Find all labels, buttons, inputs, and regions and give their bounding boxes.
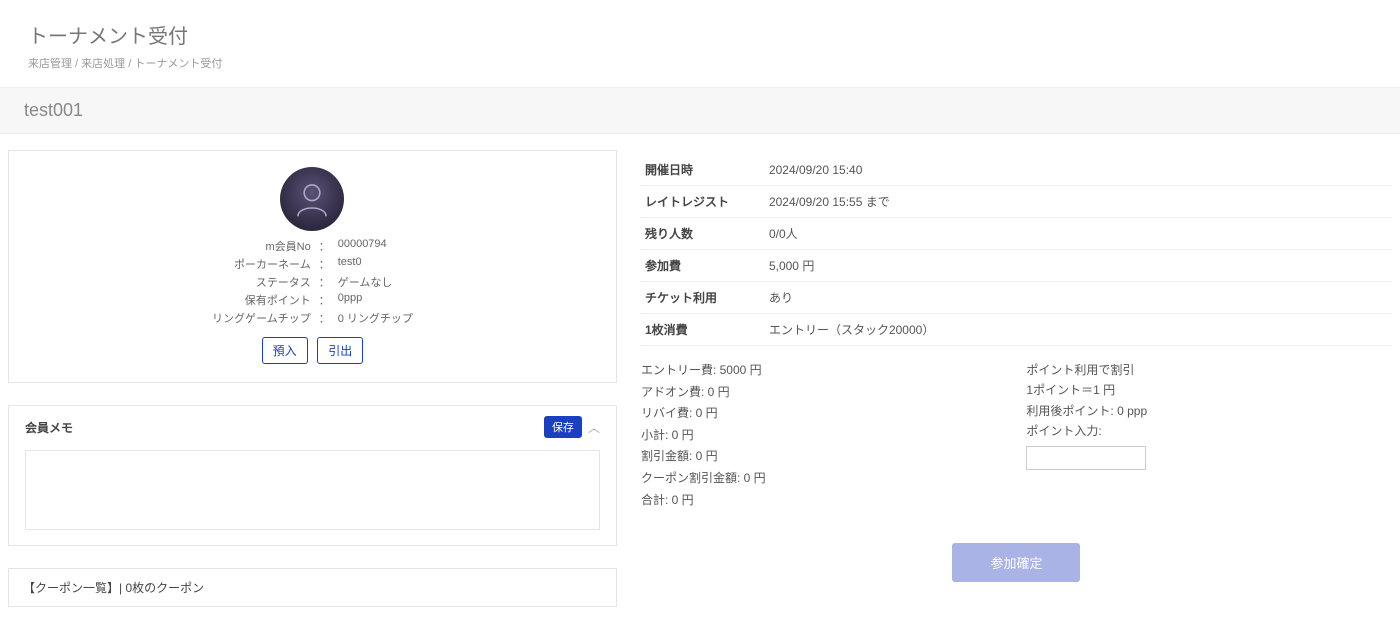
table-row: チケット利用 あり bbox=[641, 282, 1392, 314]
tournament-detail-table: 開催日時 2024/09/20 15:40 レイトレジスト 2024/09/20… bbox=[641, 154, 1392, 346]
breadcrumb: 来店管理 / 来店処理 / トーナメント受付 bbox=[28, 55, 1372, 71]
addon-fee: アドオン費: 0 円 bbox=[641, 382, 986, 404]
poker-name-value: test0 bbox=[334, 255, 417, 273]
consume-value: エントリー（スタック20000） bbox=[761, 314, 1392, 346]
date-value: 2024/09/20 15:40 bbox=[761, 154, 1392, 186]
fee-summary: エントリー費: 5000 円 アドオン費: 0 円 リバイ費: 0 円 小計: … bbox=[641, 360, 986, 511]
fee-value: 5,000 円 bbox=[761, 250, 1392, 282]
ticket-label: チケット利用 bbox=[641, 282, 761, 314]
ringchip-label: リングゲームチップ bbox=[208, 309, 315, 327]
date-label: 開催日時 bbox=[641, 154, 761, 186]
table-row: 残り人数 0/0人 bbox=[641, 218, 1392, 250]
point-line1: ポイント利用で割引 bbox=[1026, 360, 1392, 380]
memo-save-button[interactable]: 保存 bbox=[544, 416, 582, 438]
table-row: レイトレジスト 2024/09/20 15:55 まで bbox=[641, 186, 1392, 218]
latereg-value: 2024/09/20 15:55 まで bbox=[761, 186, 1392, 218]
point-input[interactable] bbox=[1026, 446, 1146, 470]
points-label: 保有ポイント bbox=[208, 291, 315, 309]
latereg-label: レイトレジスト bbox=[641, 186, 761, 218]
entry-fee: エントリー費: 5000 円 bbox=[641, 360, 986, 382]
total-fee: 合計: 0 円 bbox=[641, 490, 986, 512]
status-value: ゲームなし bbox=[334, 273, 417, 291]
memo-title: 会員メモ bbox=[25, 419, 73, 436]
coupon-discount-fee: クーポン割引金額: 0 円 bbox=[641, 468, 986, 490]
point-line3: 利用後ポイント: 0 ppp bbox=[1026, 401, 1392, 421]
point-input-label: ポイント入力: bbox=[1026, 421, 1392, 441]
table-row: 参加費 5,000 円 bbox=[641, 250, 1392, 282]
poker-name-label: ポーカーネーム bbox=[208, 255, 315, 273]
fee-label: 参加費 bbox=[641, 250, 761, 282]
consume-label: 1枚消費 bbox=[641, 314, 761, 346]
subtotal-fee: 小計: 0 円 bbox=[641, 425, 986, 447]
remain-label: 残り人数 bbox=[641, 218, 761, 250]
rebuy-fee: リバイ費: 0 円 bbox=[641, 403, 986, 425]
discount-fee: 割引金額: 0 円 bbox=[641, 446, 986, 468]
member-no-label: m会員No bbox=[208, 237, 315, 255]
point-discount-block: ポイント利用で割引 1ポイント＝1 円 利用後ポイント: 0 ppp ポイント入… bbox=[1026, 360, 1392, 511]
memo-card: 会員メモ 保存 ︿ bbox=[8, 405, 617, 546]
point-line2: 1ポイント＝1 円 bbox=[1026, 380, 1392, 400]
page-title: トーナメント受付 bbox=[28, 20, 1372, 49]
ticket-value: あり bbox=[761, 282, 1392, 314]
chevron-up-icon[interactable]: ︿ bbox=[588, 419, 600, 436]
confirm-button[interactable]: 参加確定 bbox=[952, 543, 1080, 582]
avatar bbox=[280, 167, 344, 231]
withdraw-button[interactable]: 引出 bbox=[317, 337, 363, 364]
person-icon bbox=[287, 174, 337, 224]
member-no-value: 00000794 bbox=[334, 237, 417, 255]
profile-rows: m会員No ： 00000794 ポーカーネーム ： test0 ステータス ：… bbox=[208, 237, 417, 327]
ringchip-value: 0 リングチップ bbox=[334, 309, 417, 327]
deposit-button[interactable]: 預入 bbox=[262, 337, 308, 364]
tournament-name: test001 bbox=[24, 100, 1376, 121]
table-row: 1枚消費 エントリー（スタック20000） bbox=[641, 314, 1392, 346]
table-row: 開催日時 2024/09/20 15:40 bbox=[641, 154, 1392, 186]
memo-textarea[interactable] bbox=[25, 450, 600, 530]
coupon-title: 【クーポン一覧】| 0枚のクーポン bbox=[23, 581, 204, 595]
remain-value: 0/0人 bbox=[761, 218, 1392, 250]
member-card: m会員No ： 00000794 ポーカーネーム ： test0 ステータス ：… bbox=[8, 150, 617, 383]
points-value: 0ppp bbox=[334, 291, 417, 309]
status-label: ステータス bbox=[208, 273, 315, 291]
